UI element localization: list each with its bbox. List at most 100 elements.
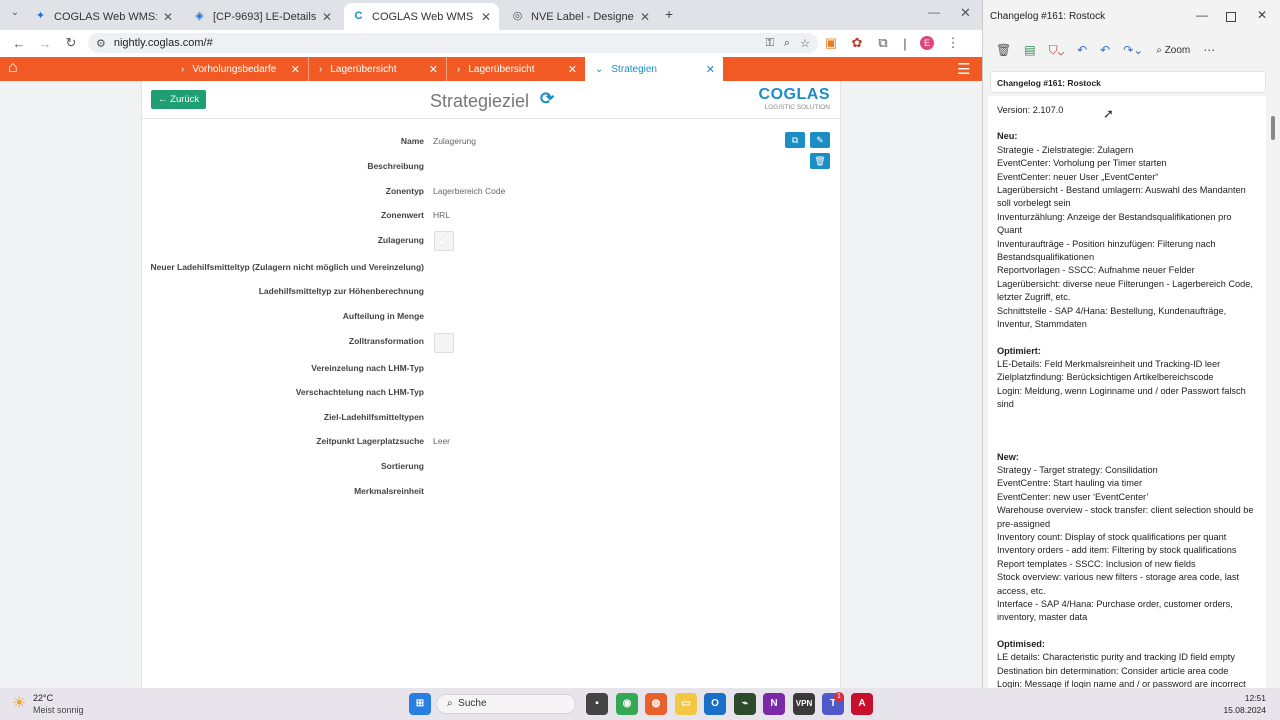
app-tab-strategien[interactable]: ⌄ Strategien ✕ [585,57,723,81]
field-label-merkmalsreinheit: Merkmalsreinheit [354,486,424,496]
firefox-icon[interactable]: ◍ [645,693,667,715]
new-tab-icon[interactable]: + [665,6,673,22]
weather-sun-icon[interactable]: ☀ [12,693,26,713]
taskbar-search[interactable]: ⌕ Suche [436,694,576,714]
back-button[interactable]: ← Zurück [151,90,207,109]
app-tab-label: Lagerübersicht [330,63,397,75]
delete-icon[interactable]: 🗑 [996,43,1011,57]
close-tab-icon[interactable]: ✕ [640,10,650,24]
more-options-icon[interactable]: ⋯ [1203,43,1215,57]
checkmark-icon: ✔ [437,233,451,250]
clock-time[interactable]: 12:51 [1228,693,1266,703]
browser-tab-3-active[interactable]: C COGLAS Web WMS ✕ [344,3,499,30]
browser-tab-title: NVE Label - Designer [531,10,634,23]
weather-text[interactable]: Meist sonnig [33,705,84,715]
changelog-item: Interface - SAP 4/Hana: Purchase order, … [997,599,1233,623]
reply-icon[interactable]: ↶ [1077,43,1087,57]
browser-tab-strip: ⌄ ✦ COGLAS Web WMS: 2.107.0 - C ✕ ◈ [CP-… [0,0,982,30]
extensions-puzzle-icon[interactable]: ⧉ [870,35,896,51]
section-heading-new: New: [997,451,1019,462]
task-view-icon[interactable]: ▪ [586,693,608,715]
app-tab-lageruebersicht-1[interactable]: › Lagerübersicht ✕ [309,57,447,81]
tab-list-icon[interactable]: ⌄ [2,7,28,18]
delete-button[interactable]: 🗑 [810,153,830,169]
refresh-icon[interactable]: ⟳ [540,89,554,109]
forward-icon[interactable]: ↷⌄ [1123,43,1143,57]
reply-all-icon[interactable]: ↶ [1100,43,1110,57]
changelog-minimize-icon[interactable]: — [1196,8,1208,22]
changelog-close-icon[interactable]: ✕ [1257,8,1267,22]
arrow-left-icon: ← [158,94,168,105]
clock-date[interactable]: 15.08.2024 [1218,705,1266,715]
scrollbar-thumb[interactable] [1271,116,1275,140]
chrome-icon[interactable]: ◉ [616,693,638,715]
app-tab-vorholungsbedarfe[interactable]: › Vorholungsbedarfe ✕ [171,57,309,81]
address-bar[interactable]: ⚙ nightly.coglas.com/# ⚿ ⌕ ☆ [88,33,818,53]
shield-icon[interactable]: ⛉⌄ [1049,43,1064,58]
changelog-scrollbar[interactable] [1269,96,1278,688]
home-icon[interactable]: ⌂ [8,59,18,77]
archive-icon[interactable]: ▤ [1024,43,1035,57]
vpn-icon[interactable]: VPN [793,693,815,715]
copy-button[interactable]: ⧉ [785,132,805,148]
app-tab-label: Strategien [611,63,657,75]
file-explorer-icon[interactable]: ▭ [675,693,697,715]
url-text[interactable]: nightly.coglas.com/# [114,37,213,49]
changelog-item: LE details: Characteristic purity and tr… [997,652,1235,663]
close-app-tab-icon[interactable]: ✕ [429,63,438,76]
field-label-sortierung: Sortierung [381,461,424,471]
zoom-icon[interactable]: ⌕ [784,37,790,50]
zoom-button[interactable]: ⌕ Zoom [1156,45,1190,56]
browser-tab-1[interactable]: ✦ COGLAS Web WMS: 2.107.0 - C ✕ [26,3,181,30]
app-tab-label: Lagerübersicht [468,63,535,75]
changelog-item: Inventory orders - add item: Filtering b… [997,545,1237,556]
strategieziel-card: ← Zurück Strategieziel ⟳ COGLAS LOGISTIC… [141,81,841,688]
changelog-maximize-icon[interactable] [1226,12,1236,22]
password-key-icon[interactable]: ⚿ [766,37,774,50]
close-window-icon[interactable]: ✕ [960,5,971,21]
close-tab-icon[interactable]: ✕ [481,10,491,24]
app-tab-lageruebersicht-2[interactable]: › Lagerübersicht ✕ [447,57,585,81]
minimize-icon[interactable]: — [928,5,940,19]
close-app-tab-icon[interactable]: ✕ [291,63,300,76]
outlook-icon[interactable]: O [704,693,726,715]
acrobat-icon[interactable]: A [851,693,873,715]
close-tab-icon[interactable]: ✕ [163,10,173,24]
close-tab-icon[interactable]: ✕ [322,10,332,24]
field-label-ziel-lhm-typen: Ziel-Ladehilfsmitteltypen [323,412,424,422]
reload-icon[interactable]: ↻ [58,35,84,51]
edit-button[interactable]: ✎ [810,132,830,148]
bookmark-star-icon[interactable]: ☆ [800,37,810,50]
windows-start-icon[interactable]: ⊞ [409,693,431,715]
field-label-verschachtelung: Verschachtelung nach LHM-Typ [295,387,424,397]
changelog-item: EventCenter: new user ‘EventCenter’ [997,491,1149,502]
field-label-zeitpunkt-lagerplatzsuche: Zeitpunkt Lagerplatzsuche [316,436,424,446]
back-icon[interactable]: ← [6,36,32,51]
terminal-icon[interactable]: ⌁ [734,693,756,715]
logo-tagline: LOGISTIC SOLUTION [764,104,830,111]
divider: | [903,35,907,51]
field-label-name: Name [400,136,424,146]
profile-avatar[interactable]: E [920,36,934,50]
browser-tab-2[interactable]: ◈ [CP-9693] LE-Details: Feld für M ✕ [185,3,340,30]
section-heading-neu: Neu: [997,131,1018,142]
browser-tab-4[interactable]: ◎ NVE Label - Designer ✕ [503,3,658,30]
search-label: Suche [458,698,487,709]
close-app-tab-icon[interactable]: ✕ [706,63,715,76]
jira-favicon-icon: ◈ [195,10,204,22]
extension-2-icon[interactable]: ✿ [844,35,870,51]
weather-temp[interactable]: 22°C [33,693,53,703]
extension-icon[interactable]: ▣ [818,35,844,51]
mouse-cursor-icon: ➚ [1103,106,1114,121]
hamburger-menu-icon[interactable]: ☰ [957,60,970,78]
close-app-tab-icon[interactable]: ✕ [568,63,577,76]
changelog-subject: Changelog #161: Rostock [990,71,1266,93]
browser-menu-icon[interactable]: ⋮ [940,35,966,51]
forward-icon[interactable]: → [32,36,58,51]
onenote-icon[interactable]: N [763,693,785,715]
section-list-optimiert: LE-Details: Feld Merkmalsreinheit und Tr… [997,358,1257,412]
field-label-aufteilung-menge: Aufteilung in Menge [342,311,424,321]
chevron-right-icon: › [457,63,461,75]
site-info-icon[interactable]: ⚙ [96,37,106,50]
app-nav-bar: ⌂ › Vorholungsbedarfe ✕ › Lagerübersicht ✕ ›… [0,57,982,81]
